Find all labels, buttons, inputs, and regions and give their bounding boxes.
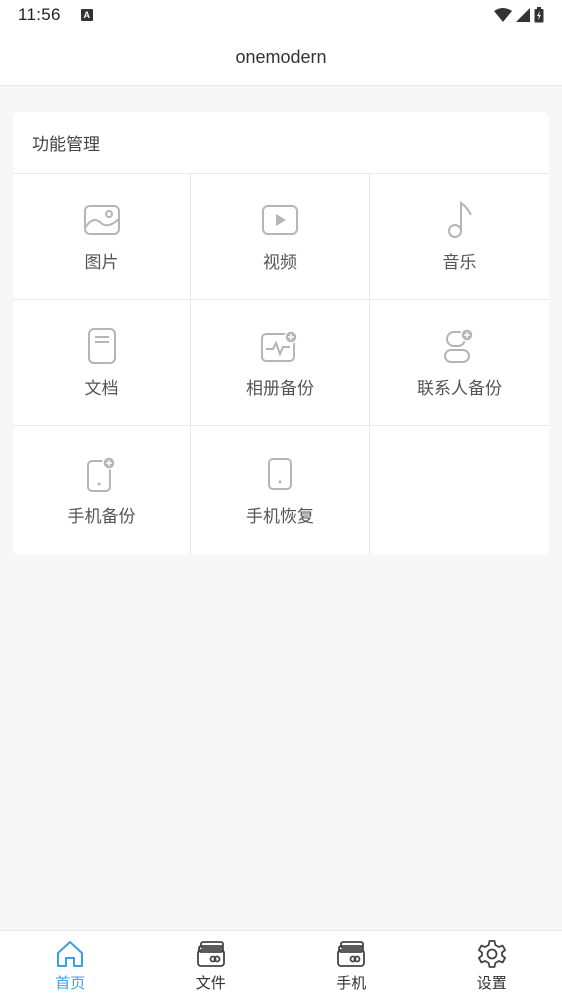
app-header: onemodern [0, 30, 562, 86]
contact-backup-icon [440, 326, 480, 366]
bottom-tab-bar: 首页 文件 手机 设置 [0, 930, 562, 1000]
document-icon [82, 326, 122, 366]
signal-icon [516, 8, 530, 22]
album-backup-icon [260, 326, 300, 366]
home-icon [54, 938, 86, 970]
music-icon [440, 200, 480, 240]
status-bar: 11:56 A [0, 0, 562, 30]
tab-settings[interactable]: 设置 [422, 931, 562, 1000]
status-icons [494, 7, 544, 23]
feature-item-documents[interactable]: 文档 [13, 300, 191, 426]
feature-item-label: 图片 [84, 253, 119, 273]
battery-icon [534, 7, 544, 23]
feature-item-phone-restore[interactable]: 手机恢复 [191, 426, 370, 555]
video-icon [260, 200, 300, 240]
wifi-icon [494, 8, 512, 22]
feature-item-label: 相册备份 [246, 379, 314, 399]
tab-label: 首页 [55, 974, 86, 992]
phone-restore-icon [260, 454, 300, 494]
app-title: onemodern [235, 47, 327, 67]
feature-item-label: 联系人备份 [417, 379, 502, 399]
tab-label: 手机 [336, 974, 367, 992]
tab-files[interactable]: 文件 [141, 931, 282, 1000]
status-time: 11:56 [18, 5, 61, 24]
feature-item-album-backup[interactable]: 相册备份 [191, 300, 370, 426]
tab-phone[interactable]: 手机 [281, 931, 422, 1000]
feature-item-label: 手机恢复 [246, 507, 314, 527]
feature-item-label: 手机备份 [67, 507, 136, 527]
feature-item-label: 视频 [263, 253, 297, 273]
feature-item-phone-backup[interactable]: 手机备份 [13, 426, 191, 555]
feature-item-label: 文档 [84, 379, 119, 399]
feature-item-music[interactable]: 音乐 [370, 174, 549, 300]
feature-management-card: 功能管理 图片 视频 音乐 文档 相册备份 联系人备份 手机备份 手机恢复 [13, 112, 549, 555]
tab-label: 设置 [476, 974, 507, 992]
feature-grid-empty-cell [370, 426, 549, 555]
feature-item-label: 音乐 [442, 253, 477, 273]
tab-home[interactable]: 首页 [0, 931, 141, 1000]
card-header: 功能管理 [13, 112, 549, 174]
image-icon [82, 200, 122, 240]
card-title: 功能管理 [32, 135, 100, 155]
feature-item-videos[interactable]: 视频 [191, 174, 370, 300]
feature-item-contact-backup[interactable]: 联系人备份 [370, 300, 549, 426]
files-icon [195, 938, 227, 970]
tab-label: 文件 [195, 974, 226, 992]
feature-item-images[interactable]: 图片 [13, 174, 191, 300]
feature-grid: 图片 视频 音乐 文档 相册备份 联系人备份 手机备份 手机恢复 [13, 174, 549, 555]
settings-gear-icon [476, 938, 508, 970]
notification-icon: A [80, 9, 93, 21]
phone-wallet-icon [335, 938, 367, 970]
phone-backup-icon [82, 454, 122, 494]
